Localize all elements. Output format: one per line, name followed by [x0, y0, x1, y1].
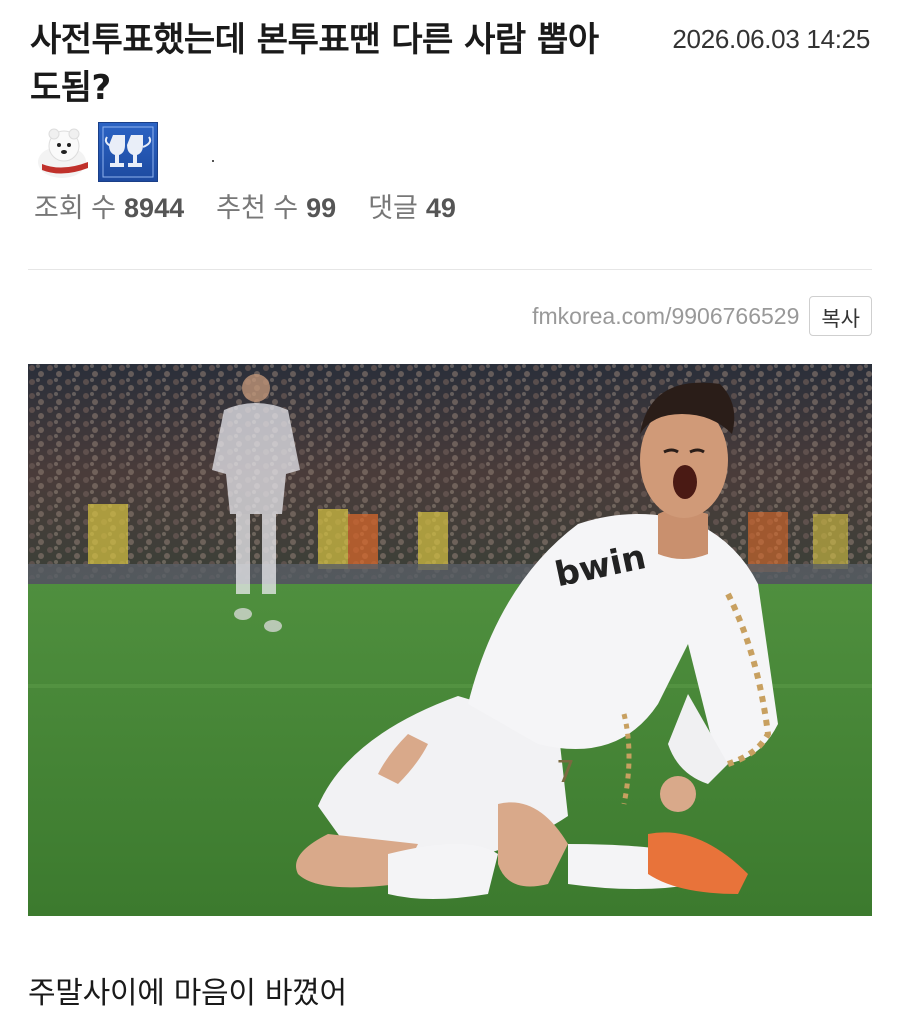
user-badges: [32, 122, 158, 182]
share-row: fmkorea.com/9906766529 복사: [532, 296, 872, 336]
celebration-photo: bwin 7: [28, 364, 872, 916]
post-url[interactable]: fmkorea.com/9906766529: [532, 303, 799, 330]
recommends-count: 99: [306, 193, 337, 223]
views-stat: 조회 수 8944: [34, 186, 184, 225]
bear-badge-icon: [32, 122, 92, 182]
header-divider: [28, 269, 872, 270]
post-datetime: 2026.06.03 14:25: [672, 24, 870, 54]
copy-url-button[interactable]: 복사: [809, 296, 872, 336]
post-image[interactable]: bwin 7: [28, 364, 872, 916]
comments-label: 댓글: [368, 193, 418, 223]
post-page: 사전투표했는데 본투표땐 다른 사람 뽑아도됨? 2026.06.03 14:2…: [0, 0, 900, 1010]
comments-stat[interactable]: 댓글 49: [368, 186, 456, 225]
shorts-number: 7: [556, 755, 575, 790]
comments-count: 49: [425, 193, 456, 223]
views-count: 8944: [124, 193, 185, 223]
post-title: 사전투표했는데 본투표땐 다른 사람 뽑아도됨?: [30, 20, 599, 108]
post-content: 주말사이에 마음이 바꼈어: [28, 976, 347, 1010]
trophy-badge-icon: [98, 122, 158, 182]
recommends-stat: 추천 수 99: [216, 186, 336, 225]
views-label: 조회 수: [34, 193, 117, 223]
separator-dot: [212, 160, 214, 162]
recommends-label: 추천 수: [216, 193, 299, 223]
post-stats: 조회 수 8944 추천 수 99 댓글 49: [34, 186, 456, 225]
